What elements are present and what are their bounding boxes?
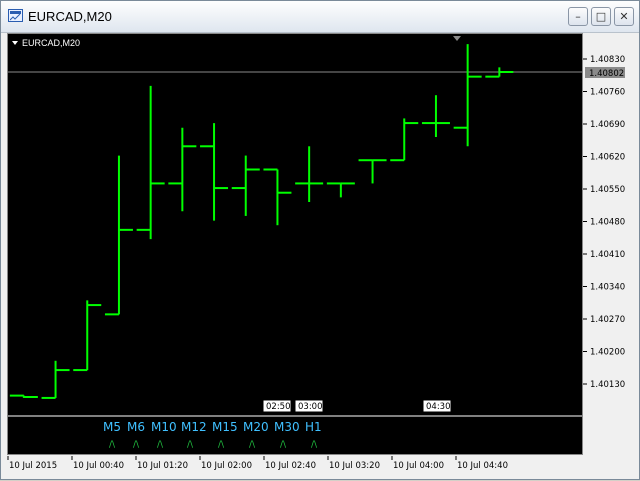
- time-tick-label: 10 Jul 02:40: [265, 461, 316, 471]
- ohlc-bar: [136, 85, 165, 240]
- price-tick-label: 1.40760: [590, 88, 625, 98]
- time-tick-label: 10 Jul 04:00: [393, 461, 444, 471]
- svg-text:04:30: 04:30: [426, 402, 451, 412]
- trend-arrow-icon: /\: [157, 440, 164, 450]
- ohlc-bar: [390, 118, 419, 162]
- timeframe-panel: M5 /\ M6 /\ M10 /\ M12 /\ M15 /\ M20 /\ M30 /\ H1 /\: [103, 420, 322, 450]
- ohlc-bar: [263, 168, 292, 226]
- trend-arrow-icon: /\: [280, 440, 287, 450]
- trend-arrow-icon: /\: [311, 440, 318, 450]
- ohlc-bar: [104, 155, 133, 316]
- time-tick-label: 10 Jul 2015: [9, 461, 57, 471]
- price-tick-label: 1.40830: [590, 55, 625, 65]
- ohlc-bar: [453, 44, 482, 147]
- ohlc-bar: [358, 159, 387, 184]
- price-tick-label: 1.40550: [590, 185, 625, 195]
- ohlc-bar: [295, 146, 324, 202]
- trend-arrow-icon: /\: [249, 440, 256, 450]
- trend-arrow-icon: /\: [109, 440, 116, 450]
- time-axis[interactable]: 10 Jul 2015 10 Jul 00:40 10 Jul 01:20 10 Ju…: [7, 456, 508, 471]
- price-tick-label: 1.40270: [590, 315, 625, 325]
- timeframe-label: M12: [181, 420, 207, 434]
- ohlc-bar: [41, 360, 70, 399]
- ohlc-bar: [9, 394, 38, 398]
- time-marker: 03:00: [294, 399, 324, 413]
- ohlc-bar: [421, 95, 450, 137]
- trend-arrow-icon: /\: [218, 440, 225, 450]
- ohlc-bar: [73, 300, 102, 372]
- timeframe-label: M20: [243, 420, 269, 434]
- trend-arrow-icon: /\: [187, 440, 194, 450]
- time-tick-label: 10 Jul 03:20: [329, 461, 380, 471]
- svg-text:02:50: 02:50: [266, 402, 291, 412]
- ohlc-bar: [326, 182, 355, 198]
- timeframe-label: M15: [212, 420, 238, 434]
- price-tick-label: 1.40620: [590, 153, 625, 163]
- price-tick-label: 1.40690: [590, 120, 625, 130]
- price-tick-label: 1.40410: [590, 250, 625, 260]
- price-tick-label: 1.40480: [590, 218, 625, 228]
- current-price-label: 1.40802: [589, 69, 624, 79]
- symbol-dropdown-icon[interactable]: [12, 41, 18, 45]
- price-tick-label: 1.40340: [590, 283, 625, 293]
- ohlc-bar: [168, 127, 197, 212]
- terminal-window: EURCAD,M20 – □ ✕ EURCAD,M20 1.40830 1.407…: [0, 0, 640, 480]
- time-marker: 02:50: [262, 399, 292, 413]
- symbol-label: EURCAD,M20: [22, 38, 80, 48]
- time-tick-label: 10 Jul 01:20: [137, 461, 188, 471]
- time-tick-label: 10 Jul 04:40: [457, 461, 508, 471]
- trend-arrow-icon: /\: [133, 440, 140, 450]
- timeframe-label: M10: [151, 420, 177, 434]
- time-marker: 04:30: [422, 399, 452, 413]
- ohlc-bar: [231, 155, 260, 216]
- timeframe-label: M30: [274, 420, 300, 434]
- time-tick-label: 10 Jul 00:40: [73, 461, 124, 471]
- timeframe-label: M6: [127, 420, 145, 434]
- price-tick-label: 1.40200: [590, 348, 625, 358]
- timeframe-label: H1: [305, 420, 322, 434]
- price-tick-label: 1.40130: [590, 380, 625, 390]
- ohlc-bar: [200, 123, 229, 221]
- svg-text:03:00: 03:00: [298, 402, 323, 412]
- chart-shift-icon[interactable]: [453, 36, 461, 41]
- price-axis[interactable]: 1.40830 1.40760 1.40690 1.40620 1.40550 1.404…: [583, 55, 625, 390]
- ohlc-bars: [9, 44, 514, 399]
- timeframe-label: M5: [103, 420, 121, 434]
- time-tick-label: 10 Jul 02:00: [201, 461, 252, 471]
- chart-canvas: EURCAD,M20 1.408301.407601.406901.406201…: [7, 36, 625, 471]
